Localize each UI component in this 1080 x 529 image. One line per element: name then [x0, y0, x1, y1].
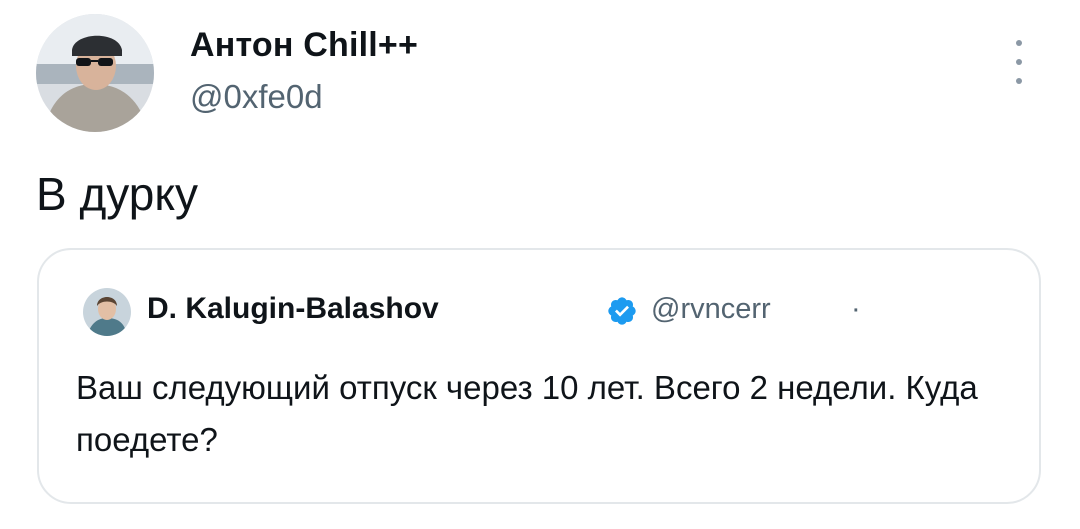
verified-badge-icon — [608, 297, 636, 325]
more-vertical-icon[interactable] — [1008, 40, 1030, 84]
quoted-tweet-card[interactable]: D. Kalugin-Balashov @rvncerr · Ваш следу… — [37, 248, 1041, 504]
separator-dot: · — [851, 293, 861, 325]
avatar-photo-icon — [83, 288, 131, 336]
quoted-author-handle[interactable]: @rvncerr — [651, 293, 771, 326]
author-handle[interactable]: @0xfe0d — [190, 78, 323, 116]
more-dot — [1016, 40, 1022, 46]
avatar-photo-icon — [36, 14, 154, 132]
author-avatar[interactable] — [36, 14, 154, 132]
more-dot — [1016, 59, 1022, 65]
more-dot — [1016, 78, 1022, 84]
quoted-tweet-text: Ваш следующий отпуск через 10 лет. Всего… — [76, 369, 978, 458]
tweet-text: В дурку — [36, 168, 199, 220]
quoted-author-display-name[interactable]: D. Kalugin-Balashov — [147, 292, 439, 326]
author-display-name[interactable]: Антон Chill++ — [190, 26, 418, 65]
quoted-author-avatar[interactable] — [83, 288, 131, 336]
